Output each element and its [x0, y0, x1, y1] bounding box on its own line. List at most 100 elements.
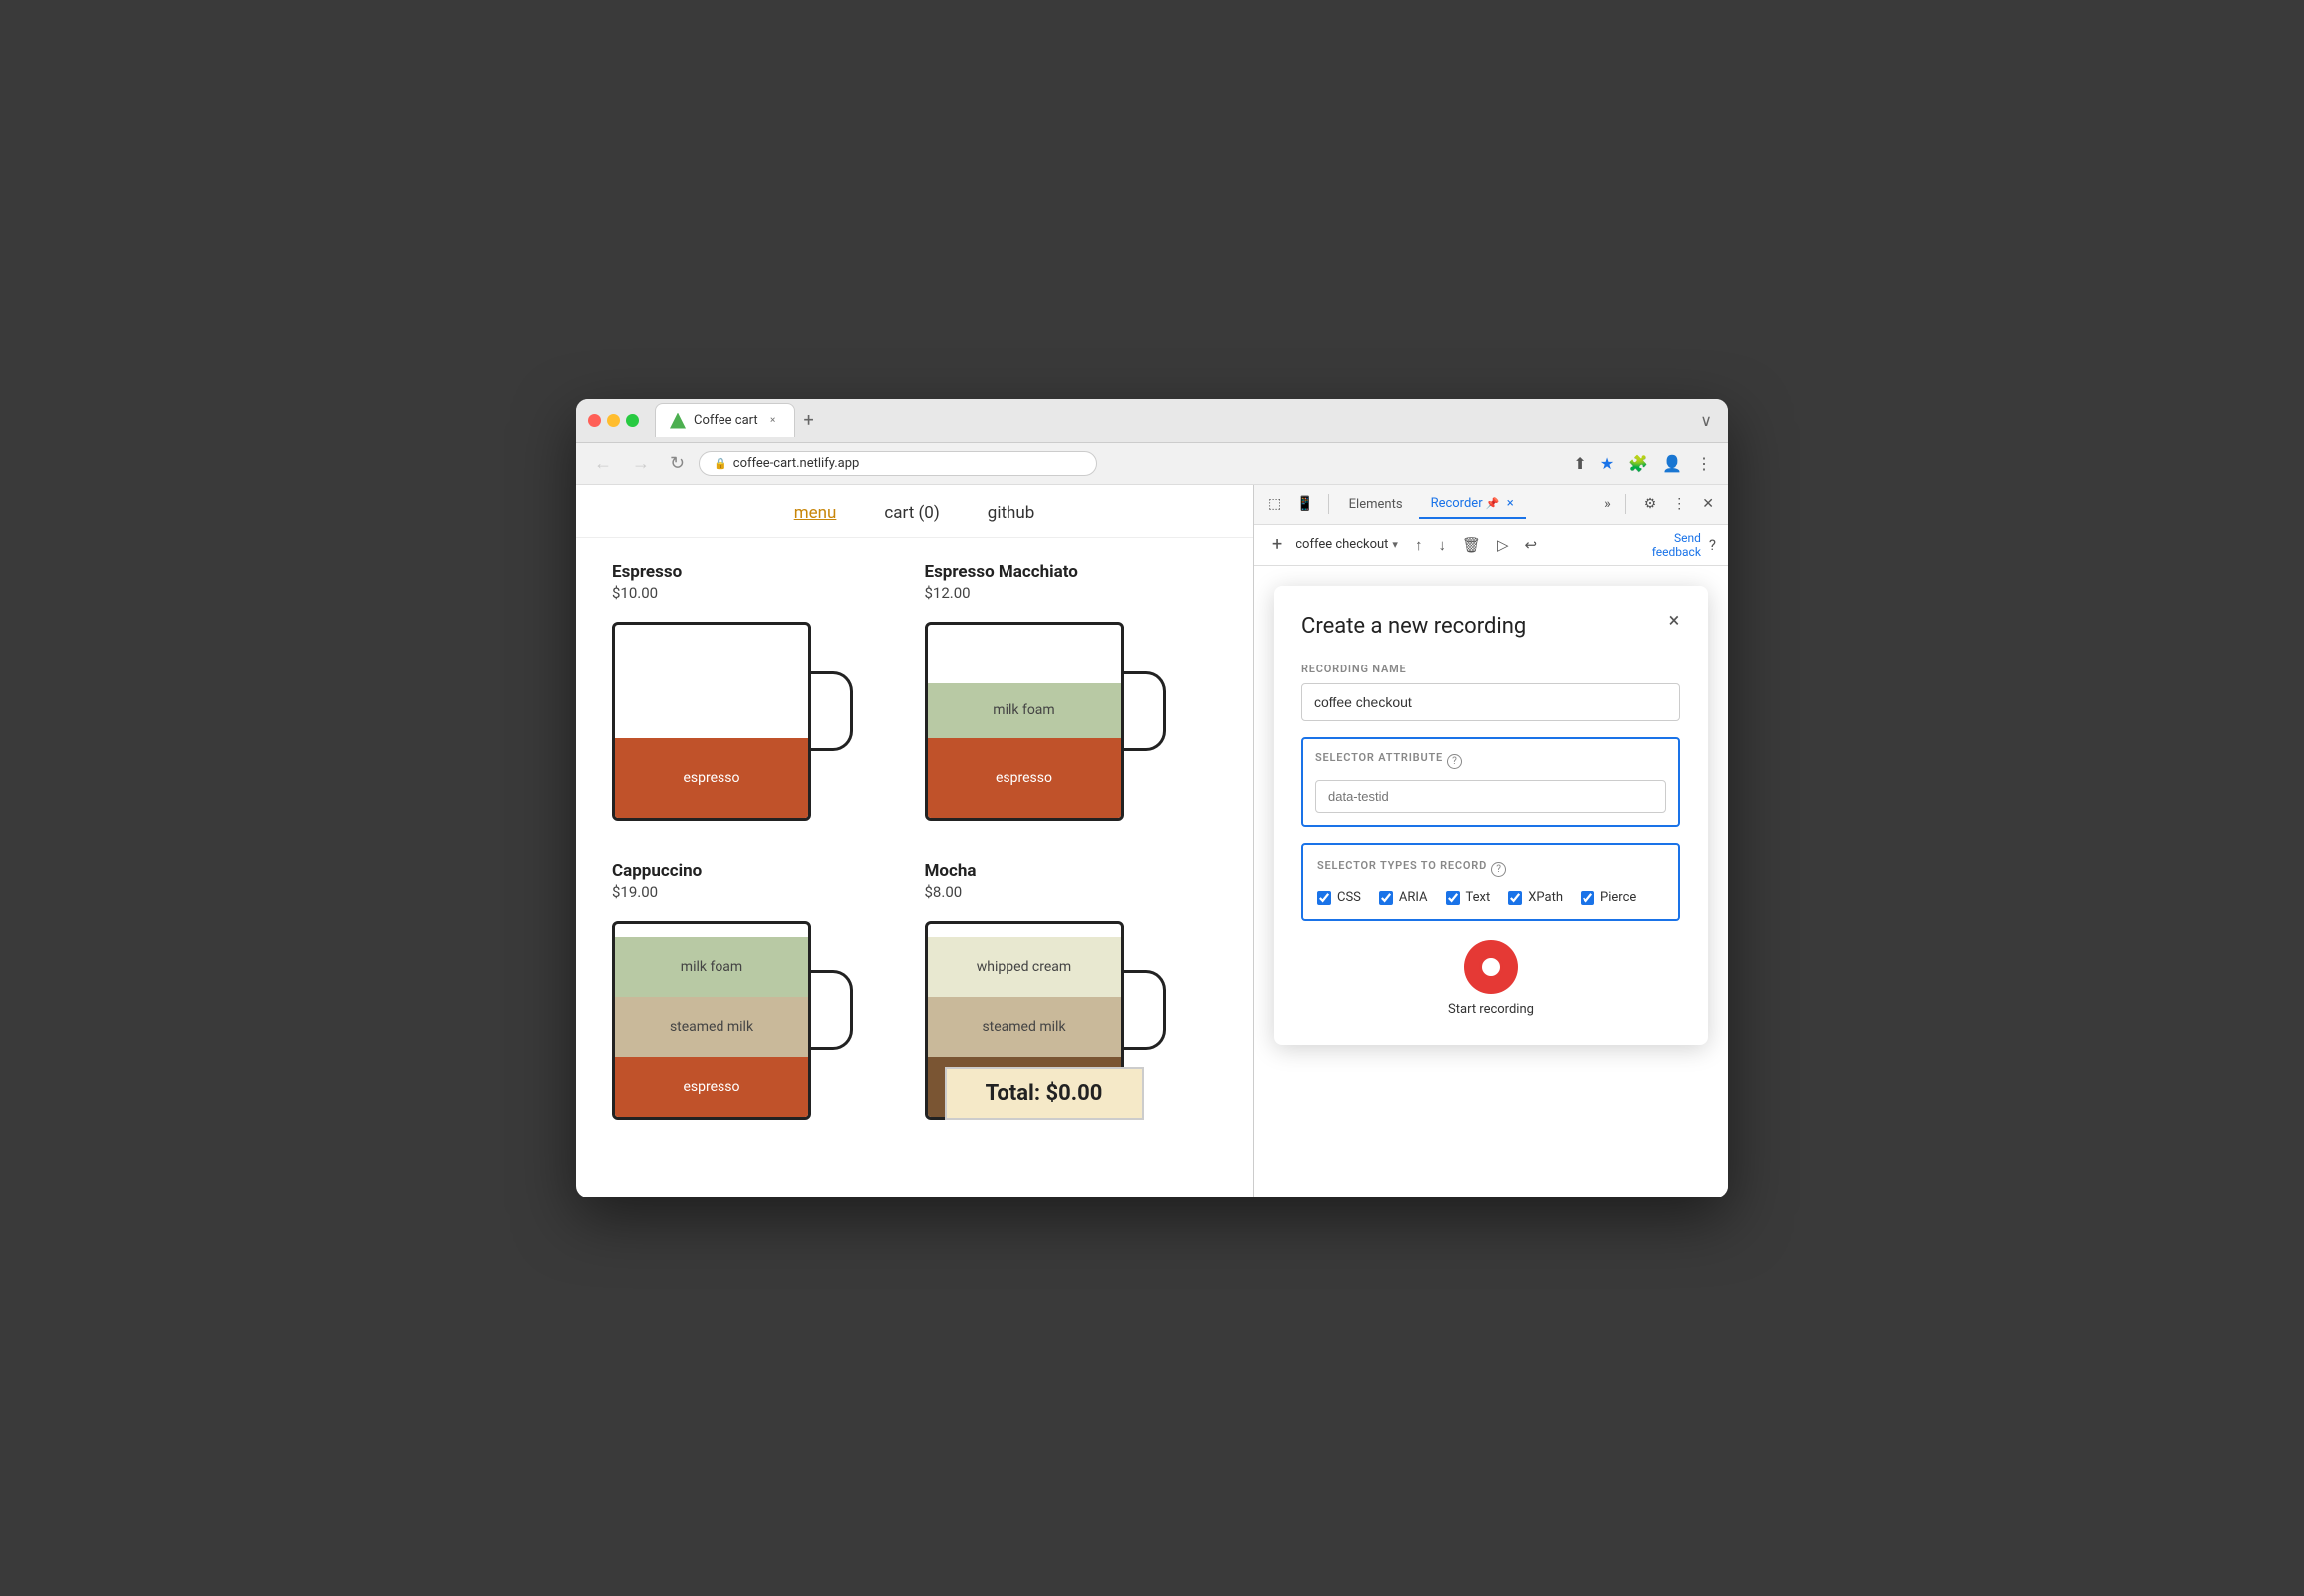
separator: [1328, 494, 1329, 514]
bookmark-icon[interactable]: ★: [1596, 450, 1618, 477]
checkbox-css-input[interactable]: [1317, 891, 1331, 905]
mug-body: milk foam espresso: [925, 622, 1124, 821]
product-mocha[interactable]: Mocha $8.00 whipped cream steamed milk c…: [925, 861, 1218, 1140]
product-name: Espresso: [612, 562, 905, 582]
minimize-button[interactable]: [607, 414, 620, 427]
checkbox-text-input[interactable]: [1446, 891, 1460, 905]
start-recording-label: Start recording: [1448, 1002, 1534, 1017]
mug-layers: espresso: [615, 625, 808, 818]
address-input[interactable]: 🔒 coffee-cart.netlify.app: [699, 451, 1097, 476]
product-name: Cappuccino: [612, 861, 905, 881]
nav-github[interactable]: github: [988, 503, 1035, 523]
product-grid: Espresso $10.00 espresso Espresso Macchi…: [576, 538, 1253, 1164]
more-tabs-button[interactable]: »: [1598, 492, 1617, 516]
import-icon[interactable]: ↓: [1433, 534, 1451, 556]
recorder-toolbar: + coffee checkout ▾ ↑ ↓ 🗑 ▷ ↩ Sendfeedba…: [1254, 525, 1728, 567]
checkbox-aria[interactable]: ARIA: [1379, 890, 1428, 905]
product-price: $12.00: [925, 584, 1218, 602]
modal-card: Create a new recording × RECORDING NAME …: [1274, 586, 1708, 1045]
selector-attr-input[interactable]: [1315, 780, 1666, 813]
start-recording-section[interactable]: Start recording: [1301, 940, 1680, 1017]
more-options-icon[interactable]: ⋮: [1666, 492, 1692, 516]
mug-illustration: milk foam espresso: [925, 612, 1164, 841]
total-overlay: Total: $0.00: [945, 1067, 1144, 1120]
recorder-toolbar-icons: ↑ ↓ 🗑 ▷ ↩: [1410, 534, 1542, 556]
nav-cart[interactable]: cart (0): [884, 503, 939, 523]
layer-steamed-milk: steamed milk: [615, 997, 808, 1057]
selector-attribute-section: SELECTOR ATTRIBUTE ?: [1301, 737, 1680, 827]
menu-dots-icon[interactable]: ⋮: [1692, 450, 1716, 477]
nav-menu[interactable]: menu: [794, 503, 837, 523]
maximize-button[interactable]: [626, 414, 639, 427]
tab-elements[interactable]: Elements: [1337, 491, 1415, 518]
selector-types-help-icon[interactable]: ?: [1491, 862, 1506, 877]
mug-layers: milk foam steamed milk espresso: [615, 924, 808, 1117]
separator: [1625, 494, 1626, 514]
export-icon[interactable]: ↑: [1410, 534, 1428, 556]
recording-selector[interactable]: coffee checkout ▾: [1296, 537, 1398, 552]
checkbox-pierce-input[interactable]: [1581, 891, 1594, 905]
recording-name-input[interactable]: [1301, 683, 1680, 721]
share-icon[interactable]: ⬆: [1569, 450, 1589, 477]
forward-button[interactable]: →: [626, 449, 656, 478]
browser-tab-active[interactable]: Coffee cart ×: [655, 403, 795, 437]
tab-recorder[interactable]: Recorder 📌 ×: [1419, 490, 1526, 519]
layer-steamed-milk: steamed milk: [928, 997, 1121, 1057]
extensions-icon[interactable]: 🧩: [1624, 450, 1652, 477]
delete-icon[interactable]: 🗑: [1457, 534, 1486, 556]
mug-illustration: milk foam steamed milk espresso: [612, 911, 851, 1140]
tab-close-button[interactable]: ×: [766, 414, 780, 428]
product-espresso[interactable]: Espresso $10.00 espresso: [612, 562, 905, 841]
selector-types-section: SELECTOR TYPES TO RECORD ? CSS ARIA: [1301, 843, 1680, 921]
browser-window: Coffee cart × + ∨ ← → ↻ 🔒 coffee-cart.ne…: [576, 399, 1728, 1197]
record-inner-circle: [1482, 958, 1500, 976]
checkbox-xpath-input[interactable]: [1508, 891, 1522, 905]
checkbox-pierce[interactable]: Pierce: [1581, 890, 1636, 905]
mug-handle: [808, 671, 853, 751]
site-nav: menu cart (0) github: [576, 485, 1253, 538]
layer-espresso: espresso: [928, 738, 1121, 818]
toolbar-icons: ⬆ ★ 🧩 👤 ⋮: [1569, 450, 1716, 477]
selector-attr-help-icon[interactable]: ?: [1447, 754, 1462, 769]
checkboxes-row: CSS ARIA Text: [1317, 890, 1664, 905]
product-name: Mocha: [925, 861, 1218, 881]
product-cappuccino[interactable]: Cappuccino $19.00 milk foam steamed milk…: [612, 861, 905, 1140]
tab-close-icon[interactable]: ×: [1507, 496, 1514, 511]
modal-title: Create a new recording: [1301, 614, 1680, 639]
close-button[interactable]: [588, 414, 601, 427]
mug-handle: [1121, 671, 1166, 751]
mug-handle: [1121, 970, 1166, 1050]
mug-illustration: espresso: [612, 612, 851, 841]
layer-milk-foam: milk foam: [928, 683, 1121, 738]
url-text: coffee-cart.netlify.app: [733, 456, 860, 471]
checkbox-text[interactable]: Text: [1446, 890, 1491, 905]
add-recording-button[interactable]: +: [1266, 532, 1288, 557]
checkbox-aria-input[interactable]: [1379, 891, 1393, 905]
help-icon[interactable]: ?: [1709, 536, 1716, 554]
selector-types-label: SELECTOR TYPES TO RECORD ?: [1317, 859, 1664, 880]
recording-name-label: RECORDING NAME: [1301, 663, 1680, 675]
replay-icon[interactable]: ▷: [1492, 534, 1514, 556]
settings-icon[interactable]: ⚙: [1638, 492, 1663, 516]
undo-icon[interactable]: ↩: [1520, 534, 1543, 556]
send-feedback-link[interactable]: Sendfeedback: [1652, 531, 1701, 560]
product-espresso-macchiato[interactable]: Espresso Macchiato $12.00 milk foam espr…: [925, 562, 1218, 841]
device-toolbar-icon[interactable]: 📱: [1291, 492, 1319, 516]
devtools-tabbar: ⬚ 📱 Elements Recorder 📌 × » ⚙ ⋮ ✕: [1254, 485, 1728, 525]
profile-icon[interactable]: 👤: [1658, 450, 1686, 477]
selector-attr-label: SELECTOR ATTRIBUTE ?: [1315, 751, 1666, 772]
layer-whipped-cream: whipped cream: [928, 937, 1121, 997]
new-tab-button[interactable]: +: [795, 406, 823, 434]
reload-button[interactable]: ↻: [664, 449, 691, 478]
back-button[interactable]: ←: [588, 449, 618, 478]
modal-close-button[interactable]: ×: [1660, 606, 1688, 634]
checkbox-css[interactable]: CSS: [1317, 890, 1361, 905]
window-controls[interactable]: ∨: [1696, 407, 1716, 434]
record-button[interactable]: [1464, 940, 1518, 994]
inspect-element-icon[interactable]: ⬚: [1262, 492, 1287, 516]
devtools-panel: ⬚ 📱 Elements Recorder 📌 × » ⚙ ⋮ ✕ +: [1254, 485, 1728, 1197]
devtools-close-icon[interactable]: ✕: [1696, 492, 1720, 516]
main-area: menu cart (0) github Espresso $10.00 esp…: [576, 485, 1728, 1197]
checkbox-xpath[interactable]: XPath: [1508, 890, 1563, 905]
product-price: $10.00: [612, 584, 905, 602]
